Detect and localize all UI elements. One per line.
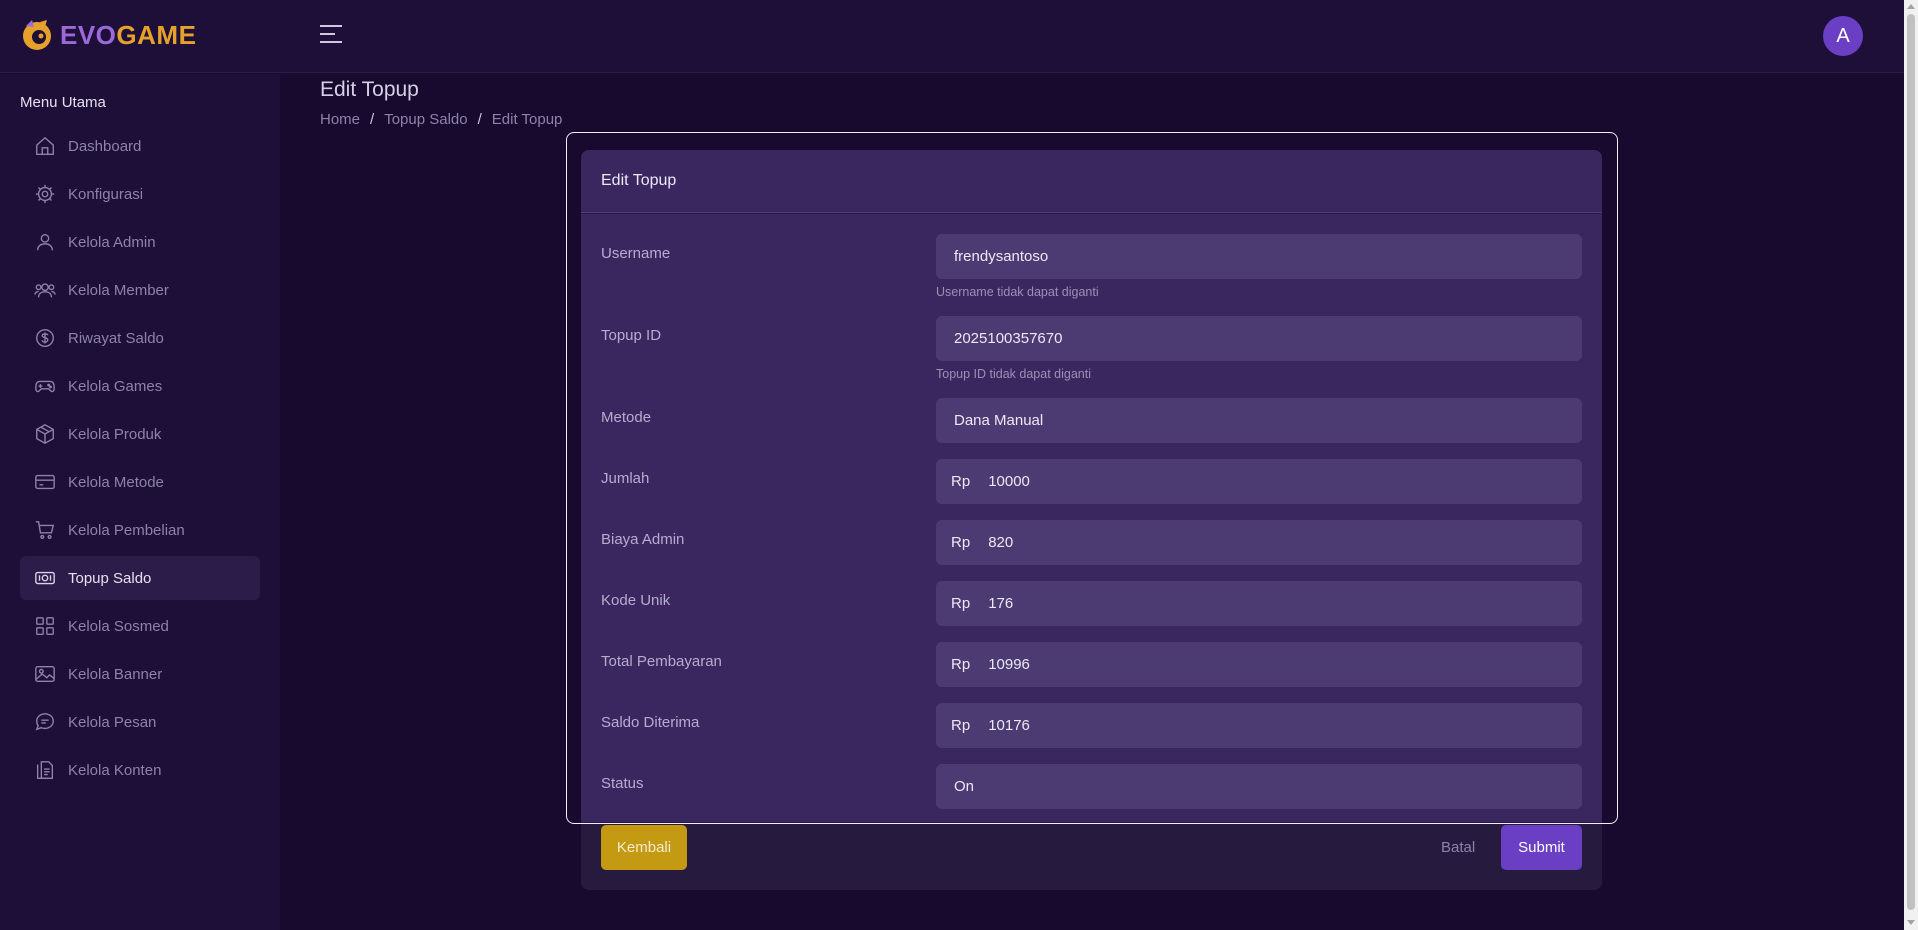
sidebar-item-kelola-games[interactable]: Kelola Games [20, 364, 260, 408]
sidebar-item-dashboard[interactable]: Dashboard [20, 124, 260, 168]
scroll-up-icon[interactable] [1907, 4, 1915, 9]
sidebar-item-label: Kelola Banner [68, 665, 163, 683]
home-icon [36, 136, 54, 155]
sidebar-item-kelola-member[interactable]: Kelola Member [20, 268, 260, 312]
top-bar: EVOGAME A [0, 0, 1904, 73]
sidebar-item-label: Topup Saldo [68, 569, 152, 587]
sidebar-item-kelola-sosmed[interactable]: Kelola Sosmed [20, 604, 260, 648]
sidebar-item-kelola-banner[interactable]: Kelola Banner [20, 652, 260, 696]
sidebar-item-kelola-konten[interactable]: Kelola Konten [20, 748, 260, 792]
sidebar-item-label: Konfigurasi [68, 185, 144, 203]
document-icon [36, 761, 54, 779]
breadcrumb-current: Edit Topup [491, 111, 563, 128]
brand-logo[interactable]: EVOGAME [20, 18, 196, 52]
dollar-circle-icon [36, 329, 54, 347]
sidebar-item-kelola-pembelian[interactable]: Kelola Pembelian [20, 508, 260, 552]
sidebar-item-label: Kelola Games [68, 377, 163, 395]
sidebar-item-label: Kelola Pesan [68, 713, 157, 731]
scrollbar-thumb[interactable] [1907, 14, 1915, 910]
breadcrumb-home[interactable]: Home [320, 111, 360, 128]
sidebar-item-label: Dashboard [68, 137, 142, 155]
sidebar-item-kelola-admin[interactable]: Kelola Admin [20, 220, 260, 264]
scroll-down-icon[interactable] [1907, 920, 1915, 925]
page-title: Edit Topup [320, 78, 419, 101]
sidebar-item-label: Kelola Admin [68, 233, 156, 251]
sidebar-item-label: Kelola Metode [68, 473, 164, 491]
sidebar-item-kelola-pesan[interactable]: Kelola Pesan [20, 700, 260, 744]
back-button[interactable]: Kembali [601, 825, 687, 870]
chat-icon [35, 713, 54, 731]
box-icon [36, 424, 54, 444]
hamburger-icon[interactable] [320, 25, 342, 47]
avatar[interactable]: A [1823, 16, 1863, 56]
sidebar-item-kelola-produk[interactable]: Kelola Produk [20, 412, 260, 456]
brand-name: EVOGAME [60, 19, 197, 50]
sidebar-item-label: Kelola Produk [68, 425, 162, 443]
sidebar-item-label: Kelola Member [68, 281, 169, 299]
sidebar-item-kelola-metode[interactable]: Kelola Metode [20, 460, 260, 504]
evogame-logo-icon [23, 20, 51, 50]
breadcrumb-topup-saldo[interactable]: Topup Saldo [384, 111, 467, 128]
sidebar-item-label: Kelola Konten [68, 761, 162, 779]
money-icon [35, 571, 55, 585]
sidebar-item-label: Kelola Sosmed [68, 617, 169, 635]
breadcrumb-separator: / [370, 111, 375, 128]
page-scrollbar[interactable] [1904, 0, 1918, 930]
user-icon [36, 233, 54, 251]
gamepad-icon [35, 380, 55, 393]
gear-icon [35, 184, 55, 204]
cart-icon [35, 521, 55, 539]
sidebar-item-label: Kelola Pembelian [68, 521, 185, 539]
breadcrumb: Home / Topup Saldo / Edit Topup [320, 111, 562, 128]
breadcrumb-separator: / [477, 111, 482, 128]
card-footer: Kembali Batal Submit [581, 822, 1602, 890]
sidebar-item-riwayat-saldo[interactable]: Riwayat Saldo [20, 316, 260, 360]
submit-button[interactable]: Submit [1501, 825, 1582, 870]
sidebar: Menu Utama Dashboard Konfigurasi Kelola … [0, 74, 280, 930]
image-icon [35, 665, 55, 683]
cancel-button[interactable]: Batal [1441, 825, 1491, 870]
sidebar-item-konfigurasi[interactable]: Konfigurasi [20, 172, 260, 216]
credit-card-icon [35, 474, 55, 490]
sidebar-item-label: Riwayat Saldo [68, 329, 164, 347]
sidebar-item-topup-saldo[interactable]: Topup Saldo [20, 556, 260, 600]
sidebar-menu: Dashboard Konfigurasi Kelola Admin Kelol… [20, 124, 260, 796]
sidebar-title: Menu Utama [20, 94, 106, 111]
grid-icon [36, 617, 54, 635]
focus-outline [566, 132, 1618, 824]
users-icon [34, 283, 56, 298]
